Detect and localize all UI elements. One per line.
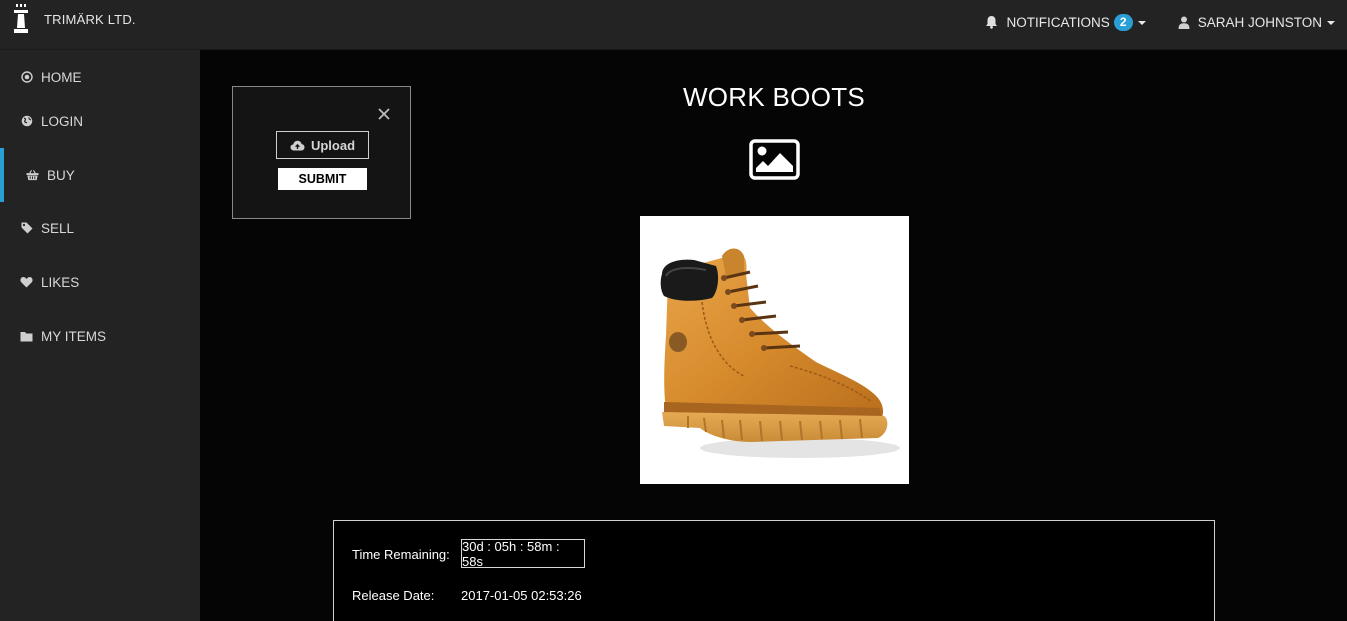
notifications-badge: 2 xyxy=(1113,13,1133,31)
brand-name: TRIMÄRK LTD. xyxy=(44,11,136,27)
folder-icon xyxy=(20,330,33,343)
close-icon[interactable] xyxy=(375,105,393,123)
upload-button[interactable]: Upload xyxy=(276,131,369,159)
sidebar-item-sell[interactable]: SELL xyxy=(0,201,200,255)
bell-icon xyxy=(986,16,998,29)
target-icon xyxy=(20,71,33,84)
image-icon[interactable] xyxy=(749,139,800,180)
chevron-down-icon xyxy=(1137,21,1146,25)
cloud-upload-icon xyxy=(290,140,305,150)
lighthouse-logo-icon xyxy=(14,4,28,33)
sidebar-item-label: BUY xyxy=(47,167,75,183)
notifications-label: NOTIFICATIONS xyxy=(1006,14,1110,30)
work-boot-image xyxy=(660,248,900,458)
release-date-value: 2017-01-05 02:53:26 xyxy=(461,588,582,603)
upload-panel: Upload SUBMIT xyxy=(232,86,411,219)
upload-label: Upload xyxy=(310,137,356,153)
basket-icon xyxy=(26,169,39,182)
sidebar-item-buy[interactable]: BUY xyxy=(0,148,200,202)
chevron-down-icon xyxy=(1327,21,1335,25)
sidebar-item-likes[interactable]: LIKES xyxy=(0,255,200,309)
release-date-label: Release Date: xyxy=(352,588,435,603)
tag-icon xyxy=(20,222,33,235)
sidebar: HOME LOGIN BUY SELL LIKES MY ITEMS xyxy=(0,50,200,621)
sidebar-item-my-items[interactable]: MY ITEMS xyxy=(0,309,200,363)
globe-icon xyxy=(20,115,33,128)
details-panel: Time Remaining: 30d : 05h : 58m : 58s Re… xyxy=(333,520,1215,621)
sidebar-item-label: LIKES xyxy=(41,274,80,290)
sidebar-item-label: HOME xyxy=(41,69,82,85)
sidebar-item-label: MY ITEMS xyxy=(41,328,107,344)
countdown-timer: 30d : 05h : 58m : 58s xyxy=(461,539,585,569)
submit-button[interactable]: SUBMIT xyxy=(278,168,367,190)
user-name: SARAH JOHNSTON xyxy=(1197,14,1322,30)
product-image[interactable] xyxy=(640,216,909,484)
page-title: WORK BOOTS xyxy=(682,82,866,112)
sidebar-item-label: LOGIN xyxy=(41,113,84,129)
sidebar-item-login[interactable]: LOGIN xyxy=(0,94,200,148)
time-remaining-label: Time Remaining: xyxy=(352,547,450,562)
sidebar-item-label: SELL xyxy=(41,220,75,236)
user-menu[interactable]: SARAH JOHNSTON xyxy=(1178,15,1335,30)
user-icon xyxy=(1178,16,1190,29)
top-navbar: TRIMÄRK LTD. NOTIFICATIONS 2 SARAH JOHNS… xyxy=(0,0,1347,50)
notifications-dropdown[interactable]: NOTIFICATIONS 2 xyxy=(985,13,1146,31)
brand[interactable]: TRIMÄRK LTD. xyxy=(12,4,136,34)
heart-icon xyxy=(20,276,33,289)
